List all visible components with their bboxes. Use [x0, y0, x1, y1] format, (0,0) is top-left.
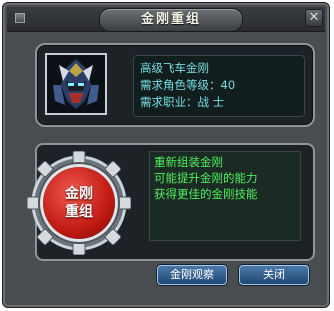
description-line: 可能提升金刚的能力: [154, 171, 258, 185]
reforge-button[interactable]: 金刚 重组: [43, 167, 115, 239]
description-line: 获得更佳的金刚技能: [154, 187, 258, 201]
reforge-button-label: 金刚 重组: [65, 186, 93, 220]
item-portrait: [45, 53, 107, 115]
item-info-box: 高级飞车金刚 需求角色等级：40 需求职业：战 士: [133, 55, 305, 117]
reforge-button-frame: 金刚 重组: [27, 151, 131, 255]
armored-helmet-icon: [47, 55, 105, 113]
item-info-panel: 高级飞车金刚 需求角色等级：40 需求职业：战 士: [35, 43, 315, 127]
observe-button[interactable]: 金刚观察: [157, 265, 227, 285]
close-icon[interactable]: ✕: [305, 9, 323, 27]
close-button[interactable]: 关闭: [239, 265, 309, 285]
item-name: 高级飞车金刚: [140, 61, 209, 75]
description-box: 重新组装金刚 可能提升金刚的能力 获得更佳的金刚技能: [149, 151, 301, 241]
title-bar: 金刚重组 ✕: [7, 7, 325, 32]
reforge-dialog: 金刚重组 ✕ 高级飞车金刚 需求角色等级：40 需求职业：战 士 重新组装金刚 …: [2, 2, 330, 308]
window-title: 金刚重组: [99, 8, 243, 32]
required-class: 需求职业：战 士: [140, 95, 225, 109]
description-line: 重新组装金刚: [154, 155, 223, 169]
minimize-icon[interactable]: [15, 13, 25, 23]
required-level: 需求角色等级：40: [140, 78, 236, 92]
